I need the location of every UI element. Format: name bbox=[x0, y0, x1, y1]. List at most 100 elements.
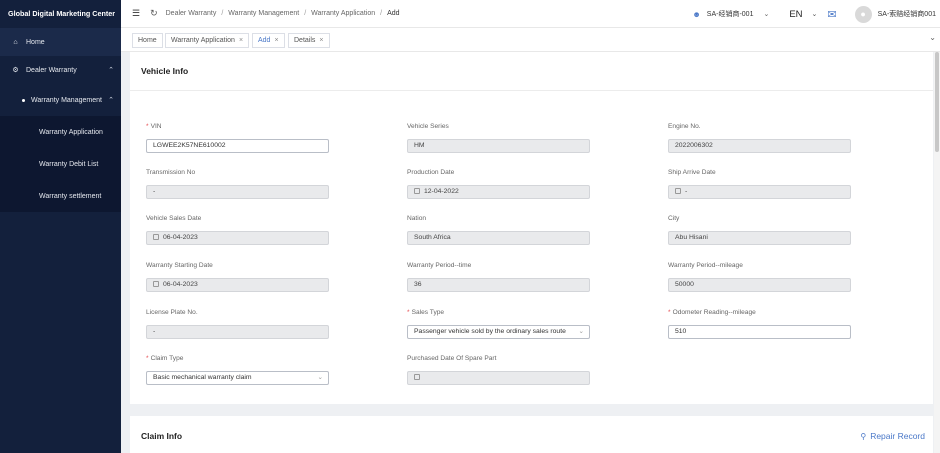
scrollbar-thumb[interactable] bbox=[935, 52, 939, 152]
breadcrumb-item[interactable]: Dealer Warranty bbox=[166, 10, 217, 17]
chevron-down-icon: ⌄ bbox=[763, 11, 770, 18]
warranty-period-time-value: 36 bbox=[407, 278, 590, 292]
production-date-field: Production Date 12-04-2022 bbox=[407, 168, 590, 199]
language-selector[interactable]: EN ⌄ bbox=[789, 9, 817, 20]
sidebar-item-warranty-debit-list[interactable]: Warranty Debit List bbox=[0, 148, 121, 180]
breadcrumb: Dealer Warranty / Warranty Management / … bbox=[166, 10, 400, 17]
breadcrumb-separator: / bbox=[380, 10, 383, 17]
sidebar-item-label: Warranty Debit List bbox=[39, 160, 99, 168]
purchased-date-spare-part-field: Purchased Date Of Spare Part bbox=[407, 354, 590, 385]
tab-label: Add bbox=[258, 37, 271, 44]
dealer-name: SA-经销商-001 bbox=[706, 11, 754, 18]
calendar-icon bbox=[153, 281, 159, 287]
breadcrumb-separator: / bbox=[221, 10, 224, 17]
engine-no-value: 2022006302 bbox=[668, 139, 851, 153]
calendar-icon bbox=[675, 188, 681, 194]
repair-record-link[interactable]: ⚲ Repair Record bbox=[860, 431, 925, 441]
sales-type-field: * Sales Type Passenger vehicle sold by th… bbox=[407, 308, 590, 339]
vehicle-sales-date-value: 06-04-2023 bbox=[146, 231, 329, 245]
sidebar-item-label: Warranty Application bbox=[39, 128, 103, 136]
chevron-down-icon: ⌄ bbox=[317, 374, 323, 381]
odometer-reading-input[interactable]: 510 bbox=[668, 325, 851, 339]
chevron-up-icon: ⌃ bbox=[108, 67, 114, 74]
section-title: Vehicle Info bbox=[141, 66, 189, 76]
sidebar-item-warranty-management[interactable]: Warranty Management ⌃ bbox=[0, 84, 121, 116]
ship-arrive-date-field: Ship Arrive Date - bbox=[668, 168, 851, 199]
required-marker: * bbox=[146, 355, 149, 362]
warranty-period-mileage-field: Warranty Period--mileage 50000 bbox=[668, 261, 851, 292]
sales-type-select[interactable]: Passenger vehicle sold by the ordinary s… bbox=[407, 325, 590, 339]
close-icon[interactable]: × bbox=[274, 37, 278, 44]
city-value: Abu Hisani bbox=[668, 231, 851, 245]
divider bbox=[130, 90, 933, 91]
tab-warranty-application[interactable]: Warranty Application × bbox=[165, 33, 250, 48]
chevron-up-icon: ⌃ bbox=[108, 97, 114, 104]
required-marker: * bbox=[668, 309, 671, 316]
nation-field: Nation South Africa bbox=[407, 214, 590, 245]
production-date-value: 12-04-2022 bbox=[407, 185, 590, 199]
claim-type-select[interactable]: Basic mechanical warranty claim ⌄ bbox=[146, 371, 329, 385]
nation-value: South Africa bbox=[407, 231, 590, 245]
required-marker: * bbox=[146, 123, 149, 130]
tab-home[interactable]: Home bbox=[132, 33, 163, 48]
transmission-no-field: Transmission No - bbox=[146, 168, 329, 199]
calendar-icon bbox=[414, 374, 420, 380]
breadcrumb-separator: / bbox=[304, 10, 307, 17]
menu-toggle-icon[interactable]: ☰ bbox=[132, 8, 140, 19]
breadcrumb-item[interactable]: Warranty Application bbox=[311, 10, 375, 17]
tab-label: Warranty Application bbox=[171, 37, 235, 44]
chevron-down-icon: ⌄ bbox=[811, 11, 818, 18]
engine-no-field: Engine No. 2022006302 bbox=[668, 122, 851, 153]
language-label: EN bbox=[789, 8, 803, 20]
tab-details[interactable]: Details × bbox=[288, 33, 330, 48]
required-marker: * bbox=[407, 309, 410, 316]
avatar[interactable]: ● bbox=[854, 5, 872, 23]
chevron-down-icon[interactable]: ⌄ bbox=[929, 33, 936, 42]
odometer-reading-field: * Odometer Reading--mileage 510 bbox=[668, 308, 851, 339]
tab-label: Details bbox=[294, 37, 316, 44]
top-header: ☰ ↻ Dealer Warranty / Warranty Managemen… bbox=[121, 0, 940, 28]
tab-add[interactable]: Add × bbox=[252, 33, 285, 48]
transmission-no-value: - bbox=[146, 185, 329, 199]
calendar-icon bbox=[414, 188, 420, 194]
license-plate-field: License Plate No. - bbox=[146, 308, 329, 339]
sidebar-item-dealer-warranty[interactable]: ⚙ Dealer Warranty ⌃ bbox=[0, 56, 121, 84]
username[interactable]: SA-索赔经销商001 bbox=[878, 9, 936, 19]
tab-label: Home bbox=[138, 37, 157, 44]
warranty-starting-date-field: Warranty Starting Date 06-04-2023 bbox=[146, 261, 329, 292]
vin-field: * VIN LGWEE2K57NE610002 bbox=[146, 122, 329, 153]
search-icon: ⚲ bbox=[860, 431, 867, 441]
user-icon: ☻ bbox=[692, 9, 701, 19]
dealer-selector[interactable]: ☻ SA-经销商-001 ⌄ bbox=[692, 9, 769, 19]
close-icon[interactable]: × bbox=[319, 37, 323, 44]
breadcrumb-current: Add bbox=[387, 10, 400, 17]
scrollbar[interactable] bbox=[934, 52, 940, 453]
vin-input[interactable]: LGWEE2K57NE610002 bbox=[146, 139, 329, 153]
warranty-starting-date-value: 06-04-2023 bbox=[146, 278, 329, 292]
sidebar-item-label: Warranty Management bbox=[31, 96, 102, 104]
sidebar-item-home[interactable]: ⌂ Home bbox=[0, 28, 121, 56]
close-icon[interactable]: × bbox=[239, 37, 243, 44]
warranty-period-time-field: Warranty Period--time 36 bbox=[407, 261, 590, 292]
vehicle-series-value: HM bbox=[407, 139, 590, 153]
sidebar-item-label: Home bbox=[26, 38, 45, 46]
sidebar-item-warranty-settlement[interactable]: Warranty settlement bbox=[0, 180, 121, 212]
calendar-icon bbox=[153, 234, 159, 240]
vehicle-series-field: Vehicle Series HM bbox=[407, 122, 590, 153]
refresh-icon[interactable]: ↻ bbox=[150, 8, 158, 19]
sidebar: Global Digital Marketing Center ⌂ Home ⚙… bbox=[0, 0, 121, 453]
sidebar-item-label: Warranty settlement bbox=[39, 192, 102, 200]
license-plate-value: - bbox=[146, 325, 329, 339]
vehicle-info-card: Vehicle Info * VIN LGWEE2K57NE610002 Vehi… bbox=[130, 52, 933, 404]
gear-icon: ⚙ bbox=[12, 67, 19, 74]
sidebar-item-warranty-application[interactable]: Warranty Application bbox=[0, 116, 121, 148]
claim-type-field: * Claim Type Basic mechanical warranty cl… bbox=[146, 354, 329, 385]
claim-info-card: Claim Info ⚲ Repair Record bbox=[130, 416, 933, 453]
ship-arrive-date-value: - bbox=[668, 185, 851, 199]
mail-icon[interactable]: ✉ bbox=[827, 8, 836, 21]
breadcrumb-item[interactable]: Warranty Management bbox=[228, 10, 299, 17]
section-title: Claim Info bbox=[141, 431, 183, 441]
repair-record-label: Repair Record bbox=[870, 431, 925, 441]
vehicle-sales-date-field: Vehicle Sales Date 06-04-2023 bbox=[146, 214, 329, 245]
city-field: City Abu Hisani bbox=[668, 214, 851, 245]
